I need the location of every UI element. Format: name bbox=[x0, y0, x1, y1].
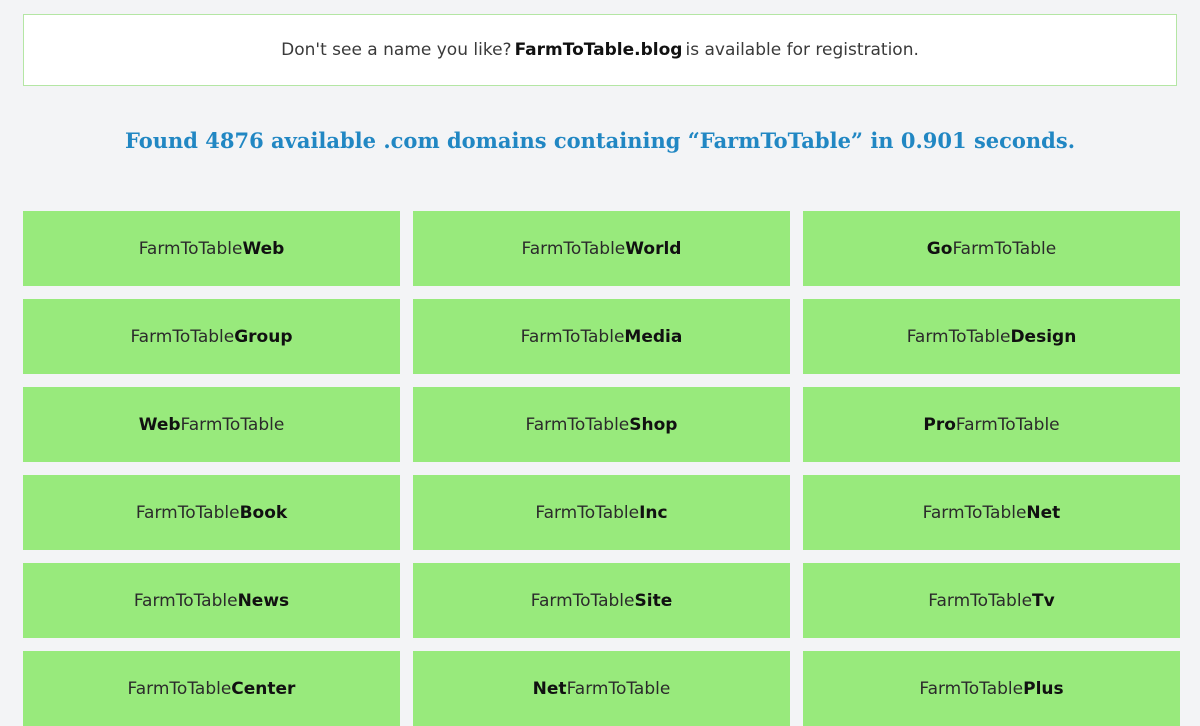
registration-notice: Don't see a name you like? FarmToTable.b… bbox=[23, 14, 1177, 86]
domain-result-card[interactable]: FarmToTable Site bbox=[413, 563, 790, 638]
domain-result-card[interactable]: Net FarmToTable bbox=[413, 651, 790, 726]
domain-result-card[interactable]: FarmToTable Media bbox=[413, 299, 790, 374]
domain-result-card[interactable]: Go FarmToTable bbox=[803, 211, 1180, 286]
domain-result-card[interactable]: FarmToTable Center bbox=[23, 651, 400, 726]
domain-result-card[interactable]: FarmToTable Net bbox=[803, 475, 1180, 550]
domain-result-card[interactable]: FarmToTable Group bbox=[23, 299, 400, 374]
domain-result-card[interactable]: Web FarmToTable bbox=[23, 387, 400, 462]
notice-text-before: Don't see a name you like? bbox=[281, 40, 512, 60]
results-heading: Found 4876 available .com domains contai… bbox=[124, 128, 1076, 153]
domain-result-card[interactable]: FarmToTable Shop bbox=[413, 387, 790, 462]
notice-domain-link[interactable]: FarmToTable.blog bbox=[515, 40, 683, 60]
domain-result-card[interactable]: FarmToTable Tv bbox=[803, 563, 1180, 638]
domain-result-card[interactable]: FarmToTable Inc bbox=[413, 475, 790, 550]
domain-result-card[interactable]: Pro FarmToTable bbox=[803, 387, 1180, 462]
domain-result-card[interactable]: FarmToTable World bbox=[413, 211, 790, 286]
domain-results-grid: FarmToTable Web FarmToTable World Go FarmTo… bbox=[23, 211, 1180, 726]
domain-result-card[interactable]: FarmToTable Plus bbox=[803, 651, 1180, 726]
notice-text-after: is available for registration. bbox=[685, 40, 919, 60]
domain-result-card[interactable]: FarmToTable Design bbox=[803, 299, 1180, 374]
domain-result-card[interactable]: FarmToTable News bbox=[23, 563, 400, 638]
domain-result-card[interactable]: FarmToTable Book bbox=[23, 475, 400, 550]
domain-result-card[interactable]: FarmToTable Web bbox=[23, 211, 400, 286]
